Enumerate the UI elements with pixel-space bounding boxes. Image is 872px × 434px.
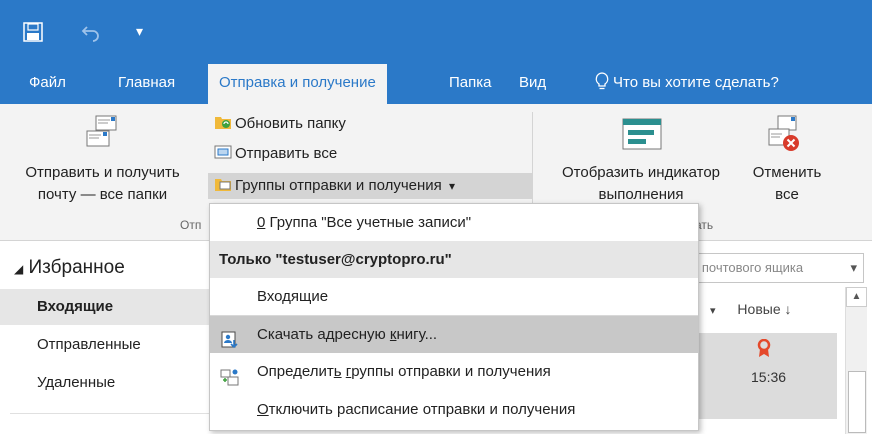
menu-item-download-address-book[interactable]: Скачать адресную книгу... bbox=[210, 316, 698, 353]
menu-item-label: Определит bbox=[257, 363, 334, 380]
update-folder-label: Обновить папку bbox=[235, 115, 346, 132]
tab-view[interactable]: Вид bbox=[508, 64, 557, 104]
send-receive-groups-button[interactable]: Группы отправки и получения ▾ bbox=[208, 173, 532, 199]
accelerator-key: О bbox=[257, 401, 269, 418]
save-icon[interactable] bbox=[23, 22, 43, 46]
send-all-button[interactable]: Отправить все bbox=[208, 141, 337, 167]
menu-item-group-all-accounts[interactable]: 0 Группа "Все учетные записи" bbox=[210, 204, 698, 241]
accelerator-key: ь bbox=[333, 363, 342, 380]
undo-icon[interactable] bbox=[81, 22, 101, 46]
menu-item-label: тключить расписание отправки и получения bbox=[268, 401, 576, 418]
menu-item-inbox[interactable]: Входящие bbox=[210, 278, 698, 315]
menu-item-disable-schedule[interactable]: Отключить расписание отправки и получени… bbox=[210, 391, 698, 428]
send-receive-all-label-2: почту — все папки bbox=[37, 186, 168, 203]
tab-home[interactable]: Главная bbox=[107, 64, 186, 104]
tab-folder[interactable]: Папка bbox=[438, 64, 502, 104]
show-progress-button[interactable]: Отобразить индикатор выполнения bbox=[538, 104, 744, 216]
update-folder-icon bbox=[214, 113, 232, 129]
scroll-up-button[interactable]: ▲ bbox=[846, 287, 867, 307]
menu-item-label: Входящие bbox=[257, 288, 329, 305]
sort-label: Новые bbox=[737, 301, 781, 317]
collapse-triangle-icon: ◢ bbox=[14, 262, 24, 276]
message-time: 15:36 bbox=[751, 369, 787, 385]
favorites-header[interactable]: ◢ Избранное bbox=[14, 257, 125, 279]
arrow-down-icon: ↓ bbox=[784, 301, 792, 317]
menu-item-label-end: нигу... bbox=[396, 326, 438, 343]
show-progress-label-1: Отобразить индикатор bbox=[561, 164, 720, 181]
ribbon-badge-icon bbox=[757, 338, 771, 364]
sort-dropdown-icon: ▾ bbox=[710, 305, 716, 317]
cancel-all-button[interactable]: Отменить все bbox=[742, 104, 832, 216]
scrollbar[interactable]: ▲ bbox=[845, 287, 867, 434]
menu-item-define-groups[interactable]: Определить группы отправки и получения bbox=[210, 353, 698, 390]
group-label-send-receive: Отп bbox=[180, 218, 202, 232]
send-receive-all-label-1: Отправить и получить bbox=[25, 164, 180, 181]
sort-control[interactable]: ▾ Новые ↓ bbox=[710, 297, 826, 321]
show-progress-label-2: выполнения bbox=[598, 186, 684, 203]
title-bar: ▾ bbox=[0, 0, 872, 64]
tab-send-receive[interactable]: Отправка и получение bbox=[208, 64, 387, 104]
menu-item-label-end: руппы отправки и получения bbox=[351, 363, 551, 380]
cancel-all-label-2: все bbox=[775, 186, 799, 203]
update-folder-button[interactable]: Обновить папку bbox=[208, 111, 346, 137]
chevron-down-icon: ▾ bbox=[850, 260, 857, 275]
send-all-label: Отправить все bbox=[235, 145, 338, 162]
send-all-icon bbox=[214, 143, 232, 159]
progress-indicator-icon bbox=[622, 118, 662, 155]
scroll-thumb[interactable] bbox=[848, 371, 866, 433]
address-book-icon bbox=[220, 326, 240, 349]
send-receive-all-button[interactable]: Отправить и получить почту — все папки bbox=[0, 104, 205, 216]
send-receive-groups-label: Группы отправки и получения bbox=[235, 177, 442, 194]
send-receive-all-icon bbox=[84, 114, 120, 155]
search-scope-text: о почтового ящика bbox=[691, 260, 804, 275]
cancel-all-icon bbox=[766, 114, 802, 157]
tab-file[interactable]: Файл bbox=[18, 64, 77, 104]
tell-me-text: Что вы хотите сделать? bbox=[613, 74, 779, 91]
tell-me-box[interactable]: Что вы хотите сделать? bbox=[584, 64, 790, 104]
menu-header-account: Только "testuser@cryptopro.ru" bbox=[210, 241, 698, 278]
chevron-down-icon: ▾ bbox=[448, 179, 455, 193]
menu-item-label: Группа "Все учетные записи" bbox=[265, 214, 472, 231]
favorites-title: Избранное bbox=[28, 257, 125, 278]
cancel-all-label-1: Отменить bbox=[752, 164, 822, 181]
send-receive-groups-menu: 0 Группа "Все учетные записи" Только "te… bbox=[209, 203, 699, 431]
lightbulb-icon bbox=[595, 67, 609, 105]
define-groups-icon bbox=[220, 363, 240, 386]
send-receive-groups-icon bbox=[214, 175, 232, 191]
customize-qat-icon[interactable]: ▾ bbox=[136, 21, 143, 41]
message-item[interactable]: 15:36 bbox=[697, 333, 837, 419]
ribbon-tabs: Файл Главная Отправка и получение Папка … bbox=[0, 64, 872, 104]
menu-item-label: Скачать адресную bbox=[257, 326, 390, 343]
search-scope-dropdown[interactable]: о почтового ящика ▾ bbox=[686, 253, 864, 283]
